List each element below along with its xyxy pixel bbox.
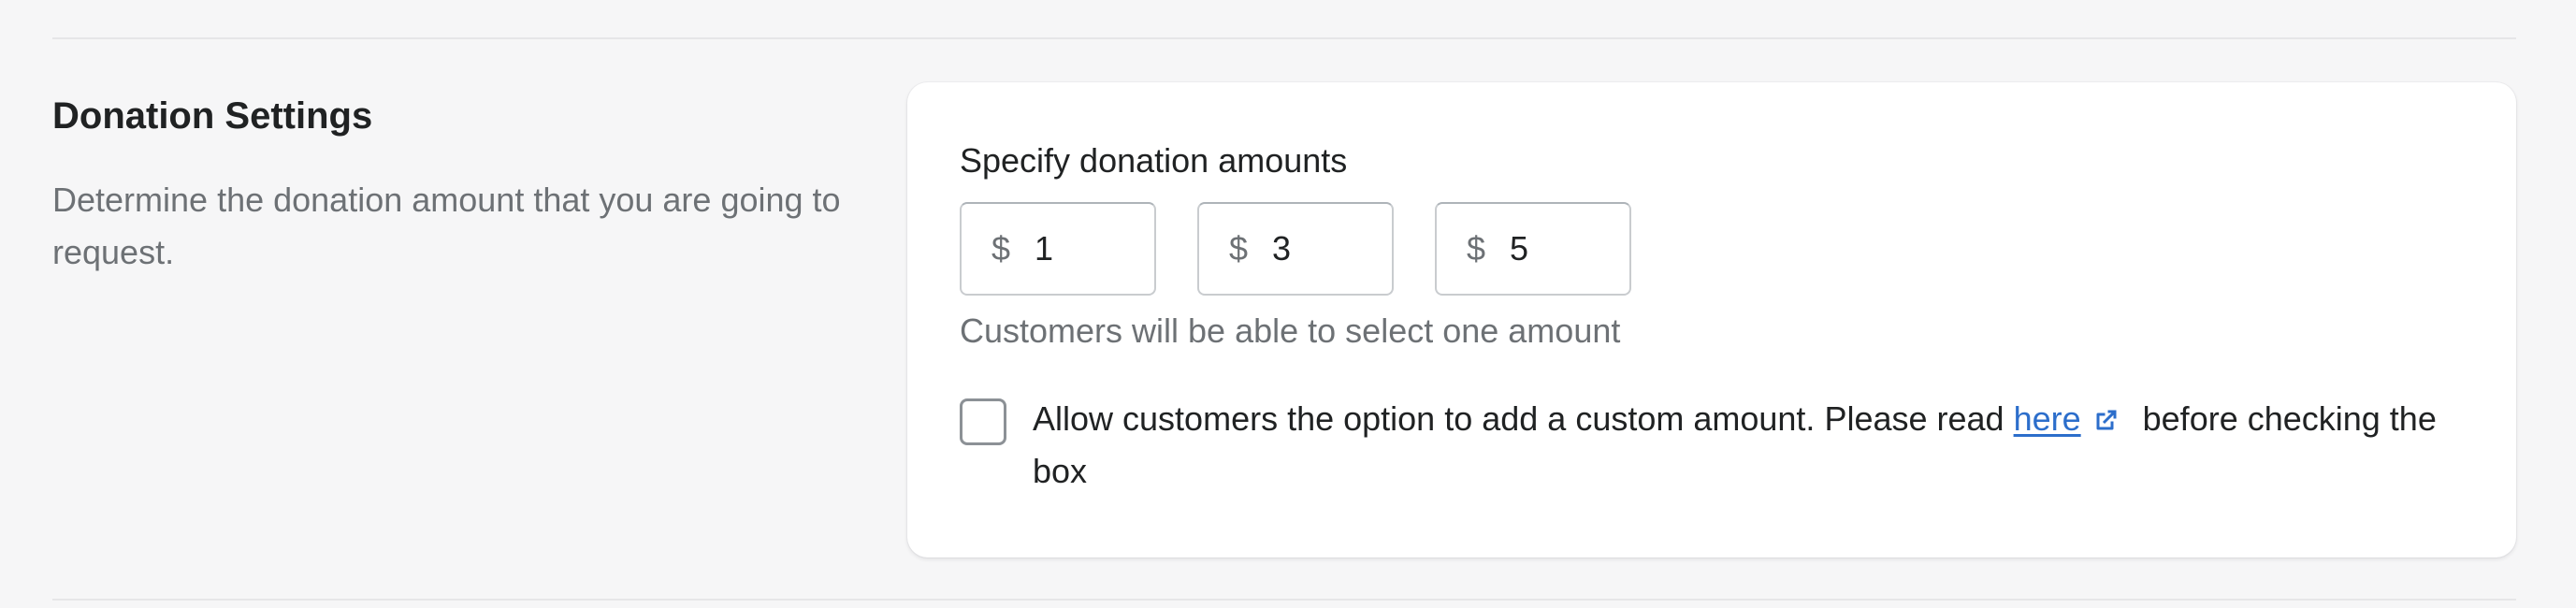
amount-value[interactable]: 5	[1510, 229, 1528, 268]
custom-amount-label[interactable]: Allow customers the option to add a cust…	[1033, 393, 2492, 498]
custom-amount-checkbox[interactable]	[960, 398, 1006, 445]
amount-value[interactable]: 1	[1035, 229, 1053, 268]
custom-amount-text-before: Allow customers the option to add a cust…	[1033, 399, 2014, 438]
currency-prefix: $	[1467, 229, 1486, 268]
donation-amount-input-3[interactable]: $ 5	[1435, 202, 1631, 296]
donation-amounts-label: Specify donation amounts	[960, 141, 1348, 180]
section-description: Determine the donation amount that you a…	[52, 181, 841, 271]
external-link-icon[interactable]	[2092, 397, 2120, 430]
top-divider	[52, 37, 2516, 39]
currency-prefix: $	[991, 229, 1011, 268]
amount-value[interactable]: 3	[1272, 229, 1291, 268]
bottom-divider	[52, 599, 2516, 601]
section-annotation: Donation Settings Determine the donation…	[52, 90, 857, 279]
donation-settings-card: Specify donation amounts $ 1 $ 3 $ 5 Cus…	[907, 82, 2516, 557]
amount-help-text: Customers will be able to select one amo…	[960, 311, 1621, 350]
custom-amount-option: Allow customers the option to add a cust…	[960, 393, 2492, 498]
settings-page: Donation Settings Determine the donation…	[0, 0, 2576, 608]
donation-amount-input-2[interactable]: $ 3	[1197, 202, 1394, 296]
read-here-link[interactable]: here	[2014, 399, 2081, 438]
currency-prefix: $	[1229, 229, 1249, 268]
section-title: Donation Settings	[52, 95, 373, 137]
donation-amount-input-1[interactable]: $ 1	[960, 202, 1156, 296]
donation-amount-fields: $ 1 $ 3 $ 5	[960, 202, 1631, 296]
